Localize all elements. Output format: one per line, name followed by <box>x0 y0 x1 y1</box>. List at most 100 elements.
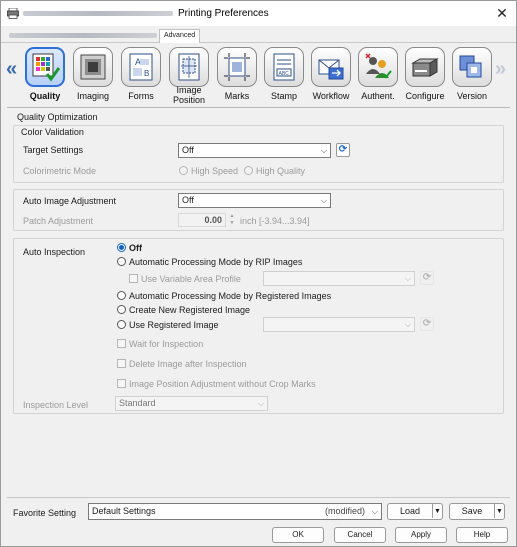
tool-label: Imaging <box>76 91 110 101</box>
tab-basic-redacted[interactable] <box>9 33 157 38</box>
ok-button[interactable]: OK <box>272 527 324 543</box>
load-button[interactable]: Load ▼ <box>387 503 443 520</box>
patch-unit-label: inch [-3.94...3.94] <box>240 216 310 226</box>
refresh-icon[interactable]: ⟳ <box>420 271 434 285</box>
cancel-button[interactable]: Cancel <box>334 527 386 543</box>
chevron-down-icon: ⌵ <box>371 507 378 516</box>
favorite-setting-label: Favorite Setting <box>13 508 77 518</box>
image-position-adjustment-checkbox[interactable] <box>117 379 126 388</box>
image-position-icon <box>178 53 200 81</box>
inspection-off-label: Off <box>129 243 142 253</box>
tool-marks[interactable]: Marks <box>214 47 260 105</box>
target-settings-label: Target Settings <box>23 145 84 155</box>
refresh-icon[interactable]: ⟳ <box>336 143 350 157</box>
tool-label: Quality <box>29 91 61 101</box>
scroll-right-icon[interactable]: » <box>495 58 506 81</box>
tool-label: Forms <box>128 91 154 101</box>
favorite-setting-select[interactable]: Default Settings (modified) ⌵ <box>88 503 382 520</box>
variable-area-checkbox[interactable] <box>129 274 138 283</box>
tool-label: Version <box>456 91 488 101</box>
tool-quality[interactable]: Quality <box>22 47 68 105</box>
tool-imaging[interactable]: Imaging <box>70 47 116 105</box>
delete-image-checkbox[interactable] <box>117 359 126 368</box>
auto-image-adjustment-select[interactable]: Off ⌵ <box>178 193 331 208</box>
high-speed-label: High Speed <box>191 166 239 176</box>
use-registered-image-radio[interactable] <box>117 320 126 329</box>
function-toolbar: « Quality Imaging A B Forms Image Positi… <box>1 43 516 107</box>
chevron-down-icon: ⌵ <box>257 399 264 408</box>
tool-authentication[interactable]: Authent. <box>355 47 401 105</box>
rip-images-label: Automatic Processing Mode by RIP Images <box>129 257 303 267</box>
tool-configure[interactable]: Configure <box>402 47 448 105</box>
auto-inspection-label: Auto Inspection <box>23 247 86 257</box>
auto-image-adjustment-label: Auto Image Adjustment <box>23 196 117 206</box>
apply-button[interactable]: Apply <box>395 527 447 543</box>
printer-name-redacted <box>23 11 173 16</box>
image-position-adjustment-label: Image Position Adjustment without Crop M… <box>129 379 316 389</box>
workflow-icon <box>318 59 344 80</box>
section-title: Quality Optimization <box>17 112 98 122</box>
tool-workflow[interactable]: Workflow <box>308 47 354 105</box>
color-validation-title: Color Validation <box>21 127 84 137</box>
tool-label: Authent. <box>361 91 395 101</box>
tab-strip: Advanced <box>1 26 516 43</box>
svg-text:B: B <box>144 69 149 78</box>
target-settings-select[interactable]: Off ⌵ <box>178 143 331 158</box>
marks-icon <box>224 53 250 81</box>
tool-label: Marks <box>224 91 250 101</box>
registered-image-select[interactable]: ⌵ <box>263 317 415 332</box>
tool-image-position[interactable]: Image Position <box>166 47 212 105</box>
tab-advanced[interactable]: Advanced <box>159 29 201 43</box>
configure-printer-icon <box>411 58 439 77</box>
svg-text:ABC: ABC <box>279 71 290 77</box>
variable-area-label: Use Variable Area Profile <box>141 274 241 284</box>
variable-area-profile-select[interactable]: ⌵ <box>263 271 415 286</box>
tool-label: Image Position <box>172 85 206 105</box>
inspection-level-select[interactable]: Standard ⌵ <box>115 396 268 411</box>
refresh-icon[interactable]: ⟳ <box>420 317 434 331</box>
registered-images-label: Automatic Processing Mode by Registered … <box>129 291 332 301</box>
modified-indicator: (modified) <box>324 506 365 516</box>
chevron-down-icon: ⌵ <box>404 320 411 329</box>
favorite-setting-row: Favorite Setting Default Settings (modif… <box>1 501 516 523</box>
forms-icon: A B <box>129 53 153 81</box>
scroll-left-icon[interactable]: « <box>6 58 17 81</box>
imaging-icon <box>80 54 106 80</box>
chevron-down-icon: ⌵ <box>320 146 327 155</box>
high-speed-radio[interactable] <box>179 166 188 175</box>
wait-for-inspection-label: Wait for Inspection <box>129 339 204 349</box>
divider <box>7 107 510 108</box>
version-icon <box>459 55 482 78</box>
quality-grid-icon <box>32 53 60 82</box>
high-quality-label: High Quality <box>256 166 306 176</box>
title-bar: Printing Preferences ✕ <box>1 1 516 26</box>
spin-arrows-icon[interactable]: ▲ ▼ <box>228 213 236 227</box>
high-quality-radio[interactable] <box>244 166 253 175</box>
divider <box>7 497 510 498</box>
tool-label: Stamp <box>270 91 297 101</box>
tool-forms[interactable]: A B Forms <box>118 47 164 105</box>
stamp-icon: ABC <box>273 53 295 81</box>
patch-adjustment-label: Patch Adjustment <box>23 216 94 226</box>
window-title: Printing Preferences <box>178 8 269 19</box>
help-button[interactable]: Help <box>456 527 508 543</box>
close-button[interactable]: ✕ <box>492 5 512 21</box>
create-registered-image-radio[interactable] <box>117 305 126 314</box>
chevron-down-icon: ⌵ <box>320 196 327 205</box>
registered-images-radio[interactable] <box>117 291 126 300</box>
tool-version[interactable]: Version <box>449 47 495 105</box>
dropdown-arrow-icon[interactable]: ▼ <box>432 504 442 518</box>
tool-stamp[interactable]: ABC Stamp <box>261 47 307 105</box>
use-registered-image-label: Use Registered Image <box>129 320 219 330</box>
dropdown-arrow-icon[interactable]: ▼ <box>494 504 504 518</box>
patch-adjustment-input[interactable]: 0.00 <box>178 213 226 227</box>
save-button[interactable]: Save ▼ <box>449 503 505 520</box>
wait-for-inspection-checkbox[interactable] <box>117 339 126 348</box>
printer-icon <box>7 8 19 19</box>
rip-images-radio[interactable] <box>117 257 126 266</box>
authentication-icon <box>365 53 392 79</box>
inspection-off-radio[interactable] <box>117 243 126 252</box>
delete-image-label: Delete Image after Inspection <box>129 359 247 369</box>
chevron-down-icon: ⌵ <box>404 274 411 283</box>
colorimetric-mode-label: Colorimetric Mode <box>23 166 97 176</box>
